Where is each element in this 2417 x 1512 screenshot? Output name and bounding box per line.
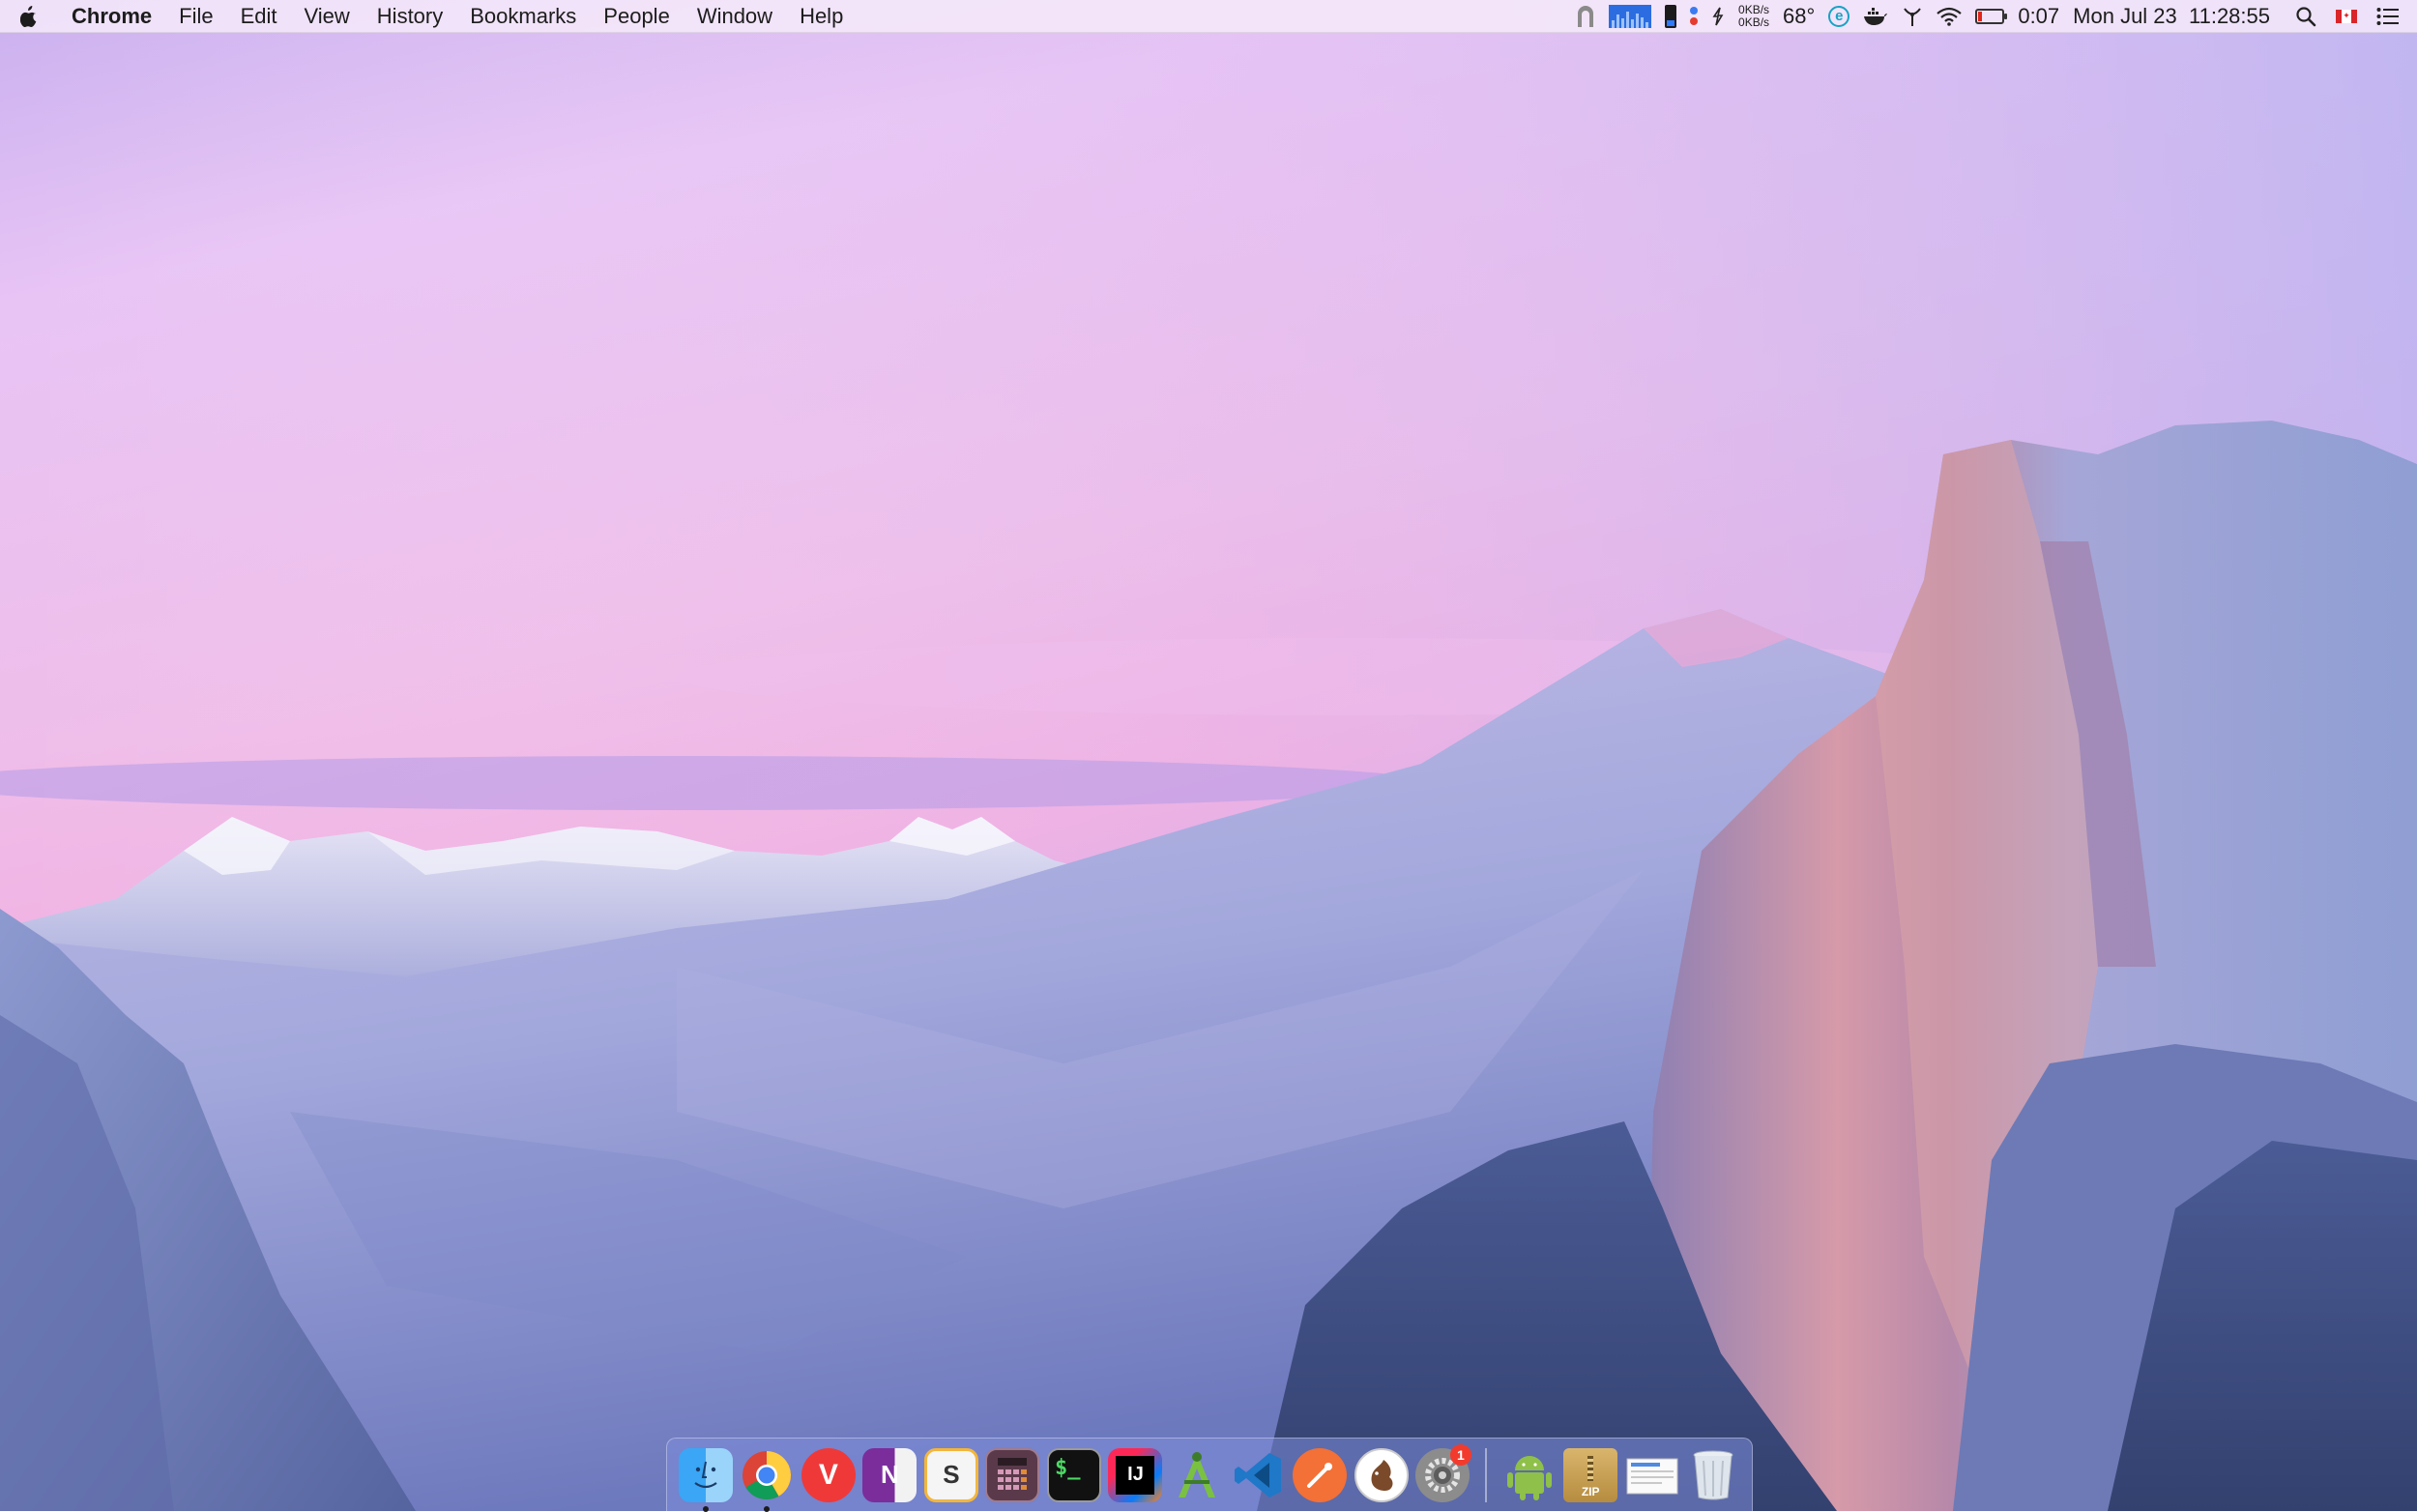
sublime-icon: S (923, 1447, 978, 1502)
battery-time-remaining[interactable]: 0:07 (2018, 0, 2059, 33)
menu-history[interactable]: History (364, 0, 456, 33)
estat-icon[interactable]: e (1828, 0, 1850, 33)
docker-whale-icon[interactable] (1863, 0, 1888, 33)
android-icon (1502, 1448, 1557, 1502)
menu-bar: Chrome File Edit View History Bookmarks … (0, 0, 2417, 33)
net-download-rate: 0KB/s (1738, 15, 1770, 29)
dock-stack-archive-utility[interactable]: ZIP (1561, 1446, 1619, 1504)
dock-app-system-preferences[interactable]: 1 (1413, 1443, 1471, 1504)
menu-file[interactable]: File (165, 0, 226, 33)
dock-app-intellij[interactable]: IJ (1107, 1446, 1165, 1504)
vpn-tunnel-icon[interactable] (1576, 0, 1595, 33)
dock-app-onenote[interactable]: N (861, 1446, 919, 1504)
dock-stack-android-file-transfer[interactable] (1500, 1446, 1558, 1504)
vscode-icon (1232, 1448, 1286, 1502)
menu-window[interactable]: Window (684, 0, 786, 33)
zip-archive-icon: ZIP (1563, 1447, 1618, 1502)
menu-bar-status-area: 0KB/s 0KB/s 68° e 0:07 Mon Jul 23 11:28:… (1562, 0, 2417, 33)
temperature-readout[interactable]: 68° (1783, 0, 1815, 33)
zipper (1587, 1455, 1594, 1481)
dock-app-finder[interactable] (677, 1446, 735, 1512)
calculator-icon (985, 1447, 1040, 1502)
dock: V N S $_ IJ 1 ZIP (666, 1438, 1753, 1512)
zip-label: ZIP (1581, 1484, 1600, 1498)
menu-people[interactable]: People (590, 0, 684, 33)
disk-activity-icon[interactable] (1690, 0, 1699, 33)
menu-view[interactable]: View (291, 0, 364, 33)
vivaldi-icon: V (801, 1447, 856, 1502)
postman-icon (1293, 1447, 1348, 1502)
menu-bar-left: Chrome File Edit View History Bookmarks … (0, 0, 857, 33)
onenote-icon: N (862, 1447, 917, 1502)
menu-clock[interactable]: Mon Jul 23 11:28:55 (2073, 0, 2270, 33)
menu-edit[interactable]: Edit (227, 0, 291, 33)
net-upload-rate: 0KB/s (1738, 2, 1770, 16)
chrome-icon (740, 1448, 794, 1502)
intellij-icon: IJ (1108, 1447, 1163, 1502)
canada-flag-icon[interactable]: ✦ (2336, 0, 2357, 33)
dock-app-terminal[interactable]: $_ (1045, 1446, 1103, 1504)
dock-app-squirrel[interactable] (1353, 1446, 1411, 1504)
memory-meter-icon[interactable] (1665, 0, 1677, 33)
menu-app-name[interactable]: Chrome (58, 0, 165, 33)
trash-icon (1686, 1448, 1740, 1502)
menu-help[interactable]: Help (786, 0, 857, 33)
cpu-graph-icon[interactable] (1609, 0, 1652, 33)
dock-app-vivaldi[interactable]: V (800, 1446, 858, 1504)
search-icon[interactable] (2295, 0, 2316, 33)
antenna-icon[interactable] (1902, 0, 1923, 33)
dock-app-vscode[interactable] (1230, 1446, 1288, 1504)
desktop-wallpaper (0, 0, 2417, 1511)
document-preview-icon (1625, 1448, 1679, 1502)
dock-app-calculator[interactable] (984, 1446, 1042, 1504)
intellij-label: IJ (1116, 1455, 1155, 1495)
network-speed-readout[interactable]: 0KB/s 0KB/s (1738, 0, 1769, 33)
battery-icon[interactable] (1975, 0, 2008, 33)
apple-logo-icon[interactable] (0, 0, 58, 33)
menu-bookmarks[interactable]: Bookmarks (456, 0, 590, 33)
dock-app-android-studio[interactable] (1168, 1446, 1226, 1504)
dock-trash[interactable] (1684, 1446, 1742, 1504)
notification-badge: 1 (1449, 1443, 1471, 1466)
android-studio-icon (1170, 1448, 1224, 1502)
wifi-icon[interactable] (1937, 0, 1963, 33)
dock-separator (1484, 1447, 1487, 1502)
dock-app-sublime[interactable]: S (922, 1446, 980, 1504)
dock-app-postman[interactable] (1291, 1446, 1349, 1504)
dock-app-chrome[interactable] (739, 1446, 797, 1512)
estat-letter: e (1828, 5, 1850, 27)
sync-icon[interactable] (1711, 0, 1725, 33)
dock-stack-preview[interactable] (1623, 1446, 1681, 1504)
notification-center-icon[interactable] (2376, 0, 2400, 33)
terminal-icon: $_ (1046, 1447, 1101, 1502)
finder-icon (678, 1447, 733, 1502)
squirrel-icon (1354, 1447, 1409, 1502)
